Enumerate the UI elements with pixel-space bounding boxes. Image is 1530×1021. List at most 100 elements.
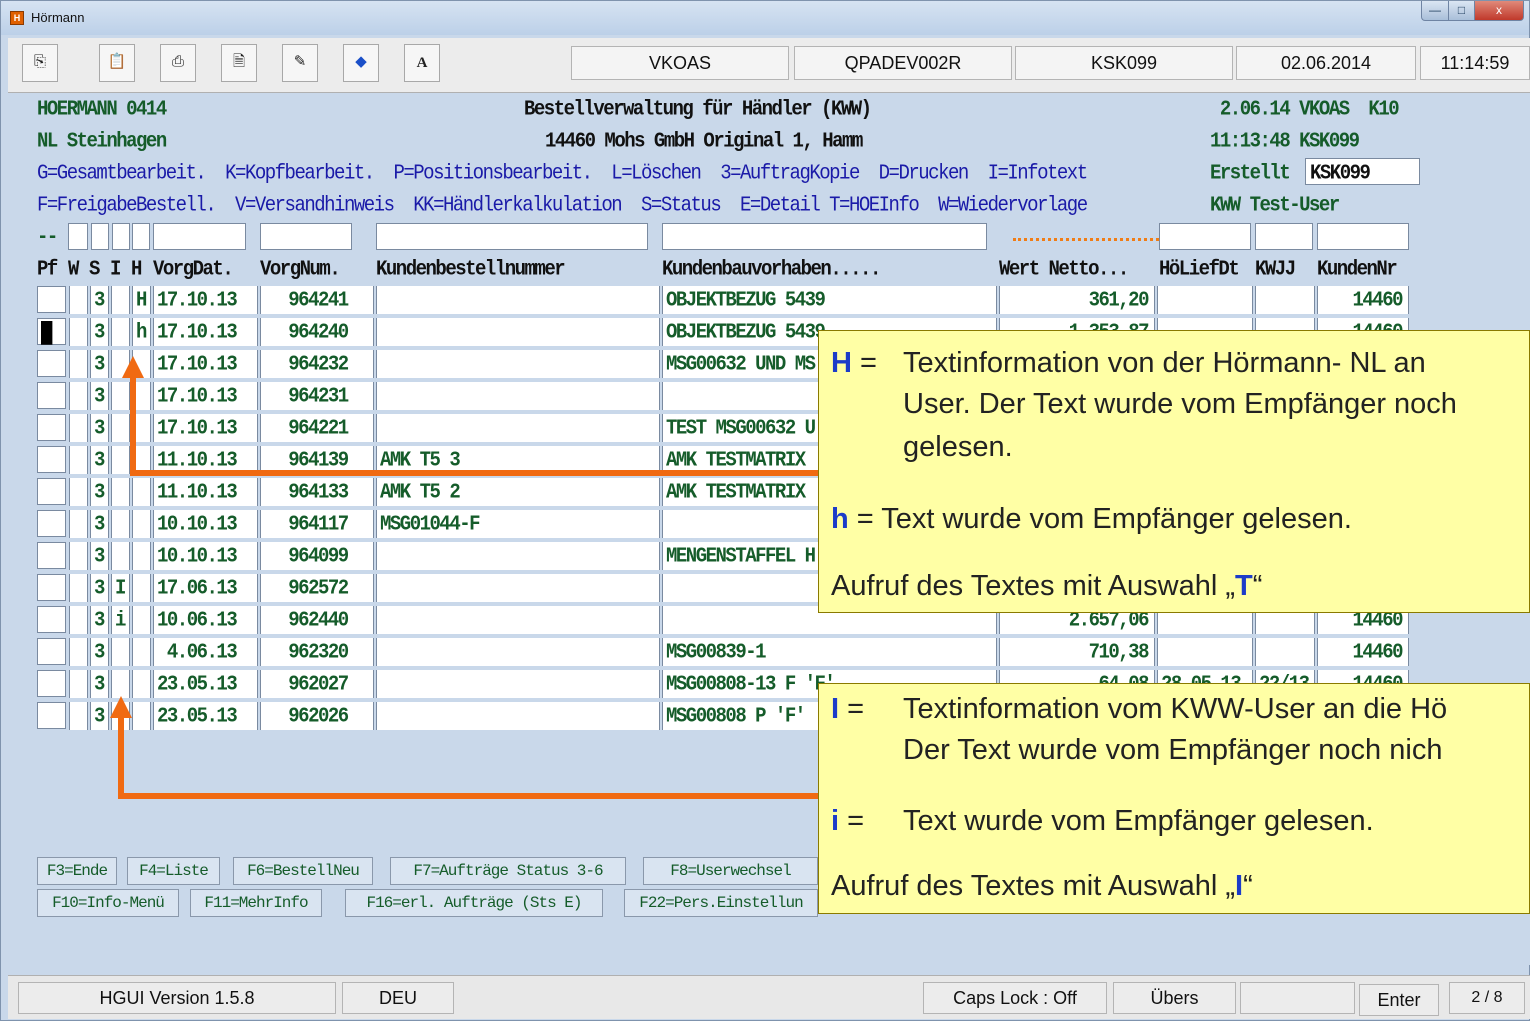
filter-kwjj[interactable] bbox=[1255, 223, 1313, 250]
table-cell: 3 bbox=[90, 638, 109, 666]
table-cell: 3 bbox=[90, 478, 109, 506]
table-cell bbox=[1157, 638, 1253, 666]
select-field[interactable] bbox=[37, 510, 66, 537]
date-user-info: 2.06.14 VKOAS K10 bbox=[1210, 97, 1400, 122]
filter-customer[interactable] bbox=[1317, 223, 1409, 250]
f11-more-info-button[interactable]: F11=MehrInfo bbox=[190, 889, 322, 917]
minimize-button[interactable]: — bbox=[1421, 1, 1449, 21]
filter-s[interactable] bbox=[112, 223, 130, 250]
table-cell: i bbox=[111, 606, 130, 634]
select-field[interactable] bbox=[37, 286, 66, 313]
f8-user-change-button[interactable]: F8=Userwechsel bbox=[643, 857, 818, 885]
table-cell: 23.05.13 bbox=[153, 670, 258, 698]
time-user-info: 11:13:48 KSK099 bbox=[1210, 129, 1360, 154]
table-cell bbox=[111, 318, 130, 346]
header-order: Kundenbestellnummer bbox=[376, 257, 566, 282]
f4-list-button[interactable]: F4=Liste bbox=[127, 857, 220, 885]
select-field[interactable] bbox=[37, 350, 66, 377]
header-delivery: HöLiefDt bbox=[1159, 257, 1240, 282]
language-label: DEU bbox=[342, 982, 454, 1014]
date-field: 02.06.2014 bbox=[1236, 46, 1416, 80]
header-value: Wert Netto... bbox=[999, 257, 1129, 282]
filter-w[interactable] bbox=[91, 223, 109, 250]
select-field[interactable] bbox=[37, 414, 66, 441]
callout-h-line1: Textinformation von der Hörmann- NL an bbox=[903, 347, 1426, 379]
table-cell bbox=[132, 478, 151, 506]
table-cell bbox=[376, 542, 660, 570]
callout-i-key-ref: I bbox=[1235, 870, 1244, 902]
filter-order[interactable] bbox=[376, 223, 648, 250]
table-cell bbox=[1255, 638, 1315, 666]
table-cell bbox=[69, 606, 88, 634]
printer-settings-icon[interactable]: ✎ bbox=[282, 44, 318, 82]
font-icon[interactable]: A bbox=[404, 44, 440, 82]
table-cell bbox=[1157, 286, 1253, 314]
select-field[interactable] bbox=[37, 702, 66, 729]
table-cell: 23.05.13 bbox=[153, 702, 258, 730]
filter-i[interactable] bbox=[132, 223, 150, 250]
header-kwjj: KWJJ bbox=[1255, 257, 1296, 282]
table-cell: 17.06.13 bbox=[153, 574, 258, 602]
select-field[interactable]: █ bbox=[37, 318, 66, 345]
filter-number[interactable] bbox=[260, 223, 352, 250]
maximize-button[interactable]: □ bbox=[1448, 1, 1475, 21]
status-empty bbox=[1240, 982, 1355, 1014]
select-field[interactable] bbox=[37, 382, 66, 409]
select-field[interactable] bbox=[37, 606, 66, 633]
f22-personal-settings-button[interactable]: F22=Pers.Einstellun bbox=[624, 889, 818, 917]
help-icon[interactable]: ◆ bbox=[343, 44, 379, 82]
user-label: KWW Test-User bbox=[1210, 193, 1340, 218]
table-cell bbox=[376, 574, 660, 602]
options-line-2: F=FreigabeBestell. V=Versandhinweis KK=H… bbox=[37, 193, 1088, 218]
filter-pf[interactable] bbox=[68, 223, 88, 250]
table-cell: h bbox=[132, 318, 151, 346]
system-field: VKOAS bbox=[571, 46, 789, 80]
filter-delivery[interactable] bbox=[1159, 223, 1251, 250]
value-filter-dots bbox=[1013, 238, 1159, 241]
header-customer: KundenNr bbox=[1317, 257, 1398, 282]
table-cell: 964133 bbox=[260, 478, 374, 506]
table-cell: I bbox=[111, 574, 130, 602]
table-cell bbox=[69, 542, 88, 570]
select-field[interactable] bbox=[37, 638, 66, 665]
table-cell: 17.10.13 bbox=[153, 286, 258, 314]
print-icon[interactable]: ⎙ bbox=[160, 44, 196, 82]
select-field[interactable] bbox=[37, 446, 66, 473]
page-title: Bestellverwaltung für Händler (KWW) bbox=[524, 97, 872, 122]
header-number: VorgNum. bbox=[260, 257, 341, 282]
table-cell: 4.06.13 bbox=[153, 638, 258, 666]
select-field[interactable] bbox=[37, 574, 66, 601]
callout-h-line3: gelesen. bbox=[903, 431, 1013, 463]
arrow-h-head bbox=[122, 356, 144, 378]
table-cell bbox=[111, 286, 130, 314]
table-cell bbox=[376, 286, 660, 314]
f16-done-orders-button[interactable]: F16=erl. Aufträge (Sts E) bbox=[345, 889, 603, 917]
callout-i-key: I bbox=[831, 693, 840, 725]
enter-button[interactable]: Enter bbox=[1359, 984, 1439, 1016]
close-button[interactable]: x bbox=[1474, 1, 1524, 21]
table-cell: 964240 bbox=[260, 318, 374, 346]
f7-orders-status-button[interactable]: F7=Aufträge Status 3-6 bbox=[390, 857, 626, 885]
select-field[interactable] bbox=[37, 670, 66, 697]
arrow-i-head bbox=[110, 696, 132, 718]
f10-info-menu-button[interactable]: F10=Info-Menü bbox=[37, 889, 179, 917]
copy-icon[interactable]: ⎘ bbox=[22, 44, 58, 82]
created-field[interactable]: KSK099 bbox=[1305, 158, 1420, 185]
table-cell: 962026 bbox=[260, 702, 374, 730]
f6-new-order-button[interactable]: F6=BestellNeu bbox=[233, 857, 373, 885]
table-cell bbox=[69, 382, 88, 410]
table-cell: OBJEKTBEZUG 5439 bbox=[662, 286, 997, 314]
paste-icon[interactable]: 📋 bbox=[99, 44, 135, 82]
table-cell bbox=[132, 638, 151, 666]
filter-project[interactable] bbox=[662, 223, 987, 250]
header-h: H bbox=[131, 257, 142, 282]
filter-date[interactable] bbox=[153, 223, 246, 250]
table-cell: 964099 bbox=[260, 542, 374, 570]
f3-end-button[interactable]: F3=Ende bbox=[37, 857, 117, 885]
select-field[interactable] bbox=[37, 542, 66, 569]
title-bar[interactable]: H Hörmann — □ x bbox=[1, 1, 1529, 35]
print-preview-icon[interactable]: 🗎 bbox=[221, 44, 257, 82]
table-cell: 964221 bbox=[260, 414, 374, 442]
select-field[interactable] bbox=[37, 478, 66, 505]
table-cell: 17.10.13 bbox=[153, 318, 258, 346]
